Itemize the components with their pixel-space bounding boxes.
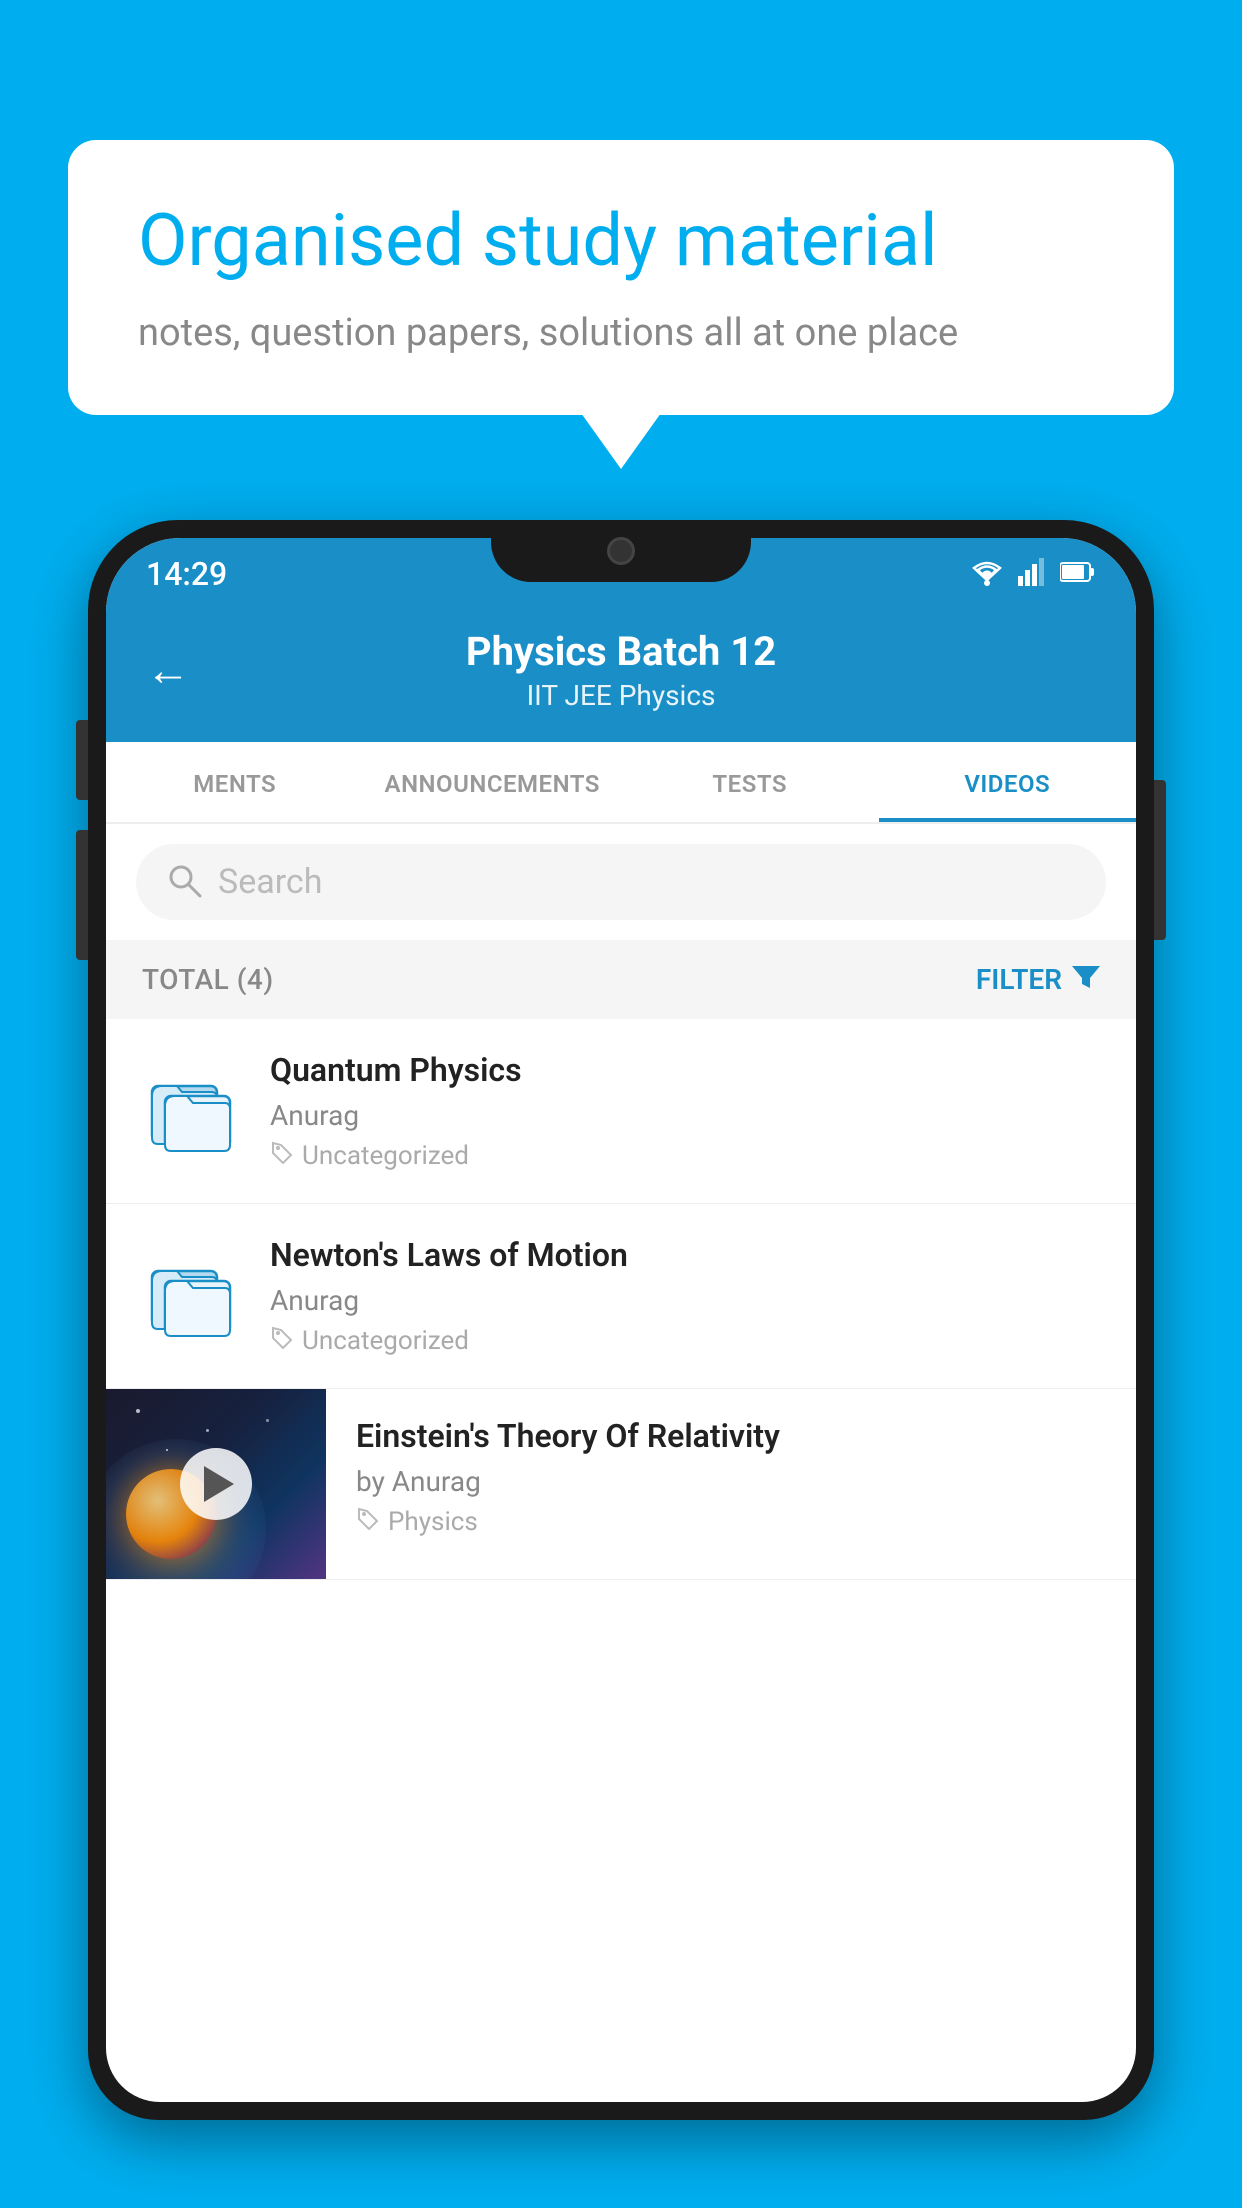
status-time: 14:29 bbox=[146, 555, 227, 593]
video-tag-3: Physics bbox=[356, 1506, 1106, 1537]
wifi-icon bbox=[970, 558, 1004, 590]
filter-button[interactable]: FILTER bbox=[976, 962, 1100, 997]
speech-bubble-section: Organised study material notes, question… bbox=[68, 140, 1174, 415]
bubble-title: Organised study material bbox=[138, 200, 1104, 283]
filter-icon bbox=[1072, 962, 1100, 997]
speech-bubble-card: Organised study material notes, question… bbox=[68, 140, 1174, 415]
video-title-2: Newton's Laws of Motion bbox=[270, 1236, 1100, 1274]
video-info-1: Quantum Physics Anurag Uncategorized bbox=[270, 1051, 1100, 1171]
list-item[interactable]: Newton's Laws of Motion Anurag Uncategor… bbox=[106, 1204, 1136, 1389]
tag-icon-2 bbox=[270, 1325, 294, 1356]
app-header: ← Physics Batch 12 IIT JEE Physics bbox=[106, 610, 1136, 742]
camera-lens bbox=[607, 537, 635, 565]
tag-icon-3 bbox=[356, 1506, 380, 1537]
header-title: Physics Batch 12 bbox=[220, 628, 1022, 675]
video-author-3: by Anurag bbox=[356, 1465, 1106, 1498]
list-item[interactable]: Einstein's Theory Of Relativity by Anura… bbox=[106, 1389, 1136, 1580]
total-count: TOTAL (4) bbox=[142, 963, 274, 996]
search-section: Search bbox=[106, 824, 1136, 940]
bubble-subtitle: notes, question papers, solutions all at… bbox=[138, 311, 1104, 355]
power-button[interactable] bbox=[1154, 780, 1166, 940]
header-title-group: Physics Batch 12 IIT JEE Physics bbox=[220, 628, 1022, 712]
filter-label: FILTER bbox=[976, 963, 1062, 996]
video-author-2: Anurag bbox=[270, 1284, 1100, 1317]
volume-down-button[interactable] bbox=[76, 830, 88, 960]
video-info-3: Einstein's Theory Of Relativity by Anura… bbox=[326, 1389, 1136, 1565]
header-subtitle-part2: Physics bbox=[619, 679, 716, 712]
play-button-3[interactable] bbox=[180, 1448, 252, 1520]
volume-up-button[interactable] bbox=[76, 720, 88, 800]
video-author-1: Anurag bbox=[270, 1099, 1100, 1132]
header-subtitle-part1: IIT JEE bbox=[527, 679, 612, 712]
tab-ments[interactable]: MENTS bbox=[106, 742, 364, 822]
battery-icon bbox=[1060, 561, 1096, 587]
signal-icon bbox=[1018, 558, 1046, 590]
phone-notch bbox=[491, 520, 751, 582]
search-icon bbox=[166, 862, 202, 902]
filter-bar: TOTAL (4) FILTER bbox=[106, 940, 1136, 1019]
phone-screen: 14:29 bbox=[106, 538, 1136, 2102]
video-title-3: Einstein's Theory Of Relativity bbox=[356, 1417, 1106, 1455]
tag-icon-1 bbox=[270, 1140, 294, 1171]
video-thumbnail-3 bbox=[106, 1389, 326, 1579]
tab-videos[interactable]: VIDEOS bbox=[879, 742, 1137, 822]
phone-body: 14:29 bbox=[88, 520, 1154, 2120]
video-info-2: Newton's Laws of Motion Anurag Uncategor… bbox=[270, 1236, 1100, 1356]
tab-tests[interactable]: TESTS bbox=[621, 742, 879, 822]
folder-icon-2 bbox=[142, 1246, 242, 1346]
search-input-wrapper[interactable]: Search bbox=[136, 844, 1106, 920]
video-title-1: Quantum Physics bbox=[270, 1051, 1100, 1089]
list-item[interactable]: Quantum Physics Anurag Uncategorized bbox=[106, 1019, 1136, 1204]
video-list: Quantum Physics Anurag Uncategorized bbox=[106, 1019, 1136, 1580]
status-icons bbox=[970, 558, 1096, 590]
tab-bar: MENTS ANNOUNCEMENTS TESTS VIDEOS bbox=[106, 742, 1136, 824]
tab-announcements[interactable]: ANNOUNCEMENTS bbox=[364, 742, 622, 822]
back-button[interactable]: ← bbox=[146, 644, 190, 696]
folder-icon-1 bbox=[142, 1061, 242, 1161]
video-tag-1: Uncategorized bbox=[270, 1140, 1100, 1171]
search-placeholder: Search bbox=[218, 862, 322, 902]
video-tag-2: Uncategorized bbox=[270, 1325, 1100, 1356]
phone-mockup: 14:29 bbox=[88, 520, 1154, 2208]
header-subtitle: IIT JEE Physics bbox=[220, 679, 1022, 712]
